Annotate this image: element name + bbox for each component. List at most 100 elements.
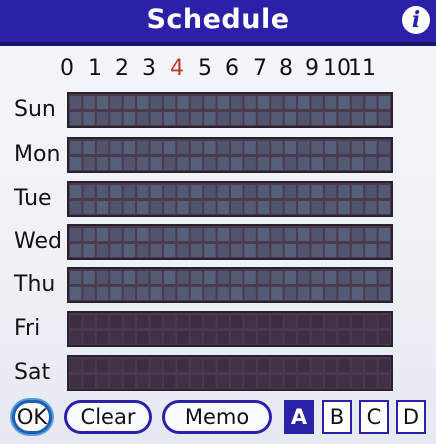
time-slot-cell[interactable] [298,141,310,154]
time-slot-cell[interactable] [190,96,203,109]
time-slot-cell[interactable] [177,331,189,344]
time-slot-cell[interactable] [204,112,216,125]
time-slot-cell[interactable] [298,201,310,214]
time-slot-cell[interactable] [177,201,189,214]
time-slot-cell[interactable] [190,201,203,214]
time-slot-cell[interactable] [378,331,390,344]
time-slot-cell[interactable] [96,228,109,241]
time-slot-cell[interactable] [163,271,176,284]
time-slot-cell[interactable] [311,315,323,328]
day-grid-fri[interactable] [67,311,393,347]
time-slot-cell[interactable] [231,201,243,214]
time-slot-cell[interactable] [150,271,162,284]
time-slot-cell[interactable] [324,228,337,241]
time-slot-cell[interactable] [257,359,270,372]
time-slot-cell[interactable] [70,359,82,372]
time-slot-cell[interactable] [110,287,122,300]
time-slot-cell[interactable] [217,331,229,344]
time-slot-cell[interactable] [110,228,122,241]
time-slot-cell[interactable] [177,315,189,328]
time-slot-cell[interactable] [177,228,189,241]
time-slot-cell[interactable] [204,141,216,154]
time-slot-cell[interactable] [271,157,283,170]
time-slot-cell[interactable] [137,96,149,109]
time-slot-cell[interactable] [204,157,216,170]
time-slot-cell[interactable] [137,287,149,300]
time-slot-cell[interactable] [177,287,189,300]
time-slot-cell[interactable] [190,141,203,154]
time-slot-cell[interactable] [137,185,149,198]
time-slot-cell[interactable] [123,228,136,241]
time-slot-cell[interactable] [163,112,176,125]
time-slot-cell[interactable] [257,185,270,198]
time-slot-cell[interactable] [284,359,297,372]
time-slot-cell[interactable] [338,375,350,388]
time-slot-cell[interactable] [150,185,162,198]
time-slot-cell[interactable] [70,331,82,344]
time-slot-cell[interactable] [190,375,203,388]
time-slot-cell[interactable] [365,112,377,125]
day-grid-wed[interactable] [67,224,393,260]
time-slot-cell[interactable] [298,96,310,109]
time-slot-cell[interactable] [365,157,377,170]
time-slot-cell[interactable] [231,271,243,284]
time-slot-cell[interactable] [123,359,136,372]
time-slot-cell[interactable] [190,359,203,372]
time-slot-cell[interactable] [231,287,243,300]
memo-button[interactable]: Memo [162,400,272,434]
day-grid-mon[interactable] [67,137,393,173]
time-slot-cell[interactable] [284,331,297,344]
time-slot-cell[interactable] [150,141,162,154]
time-slot-cell[interactable] [271,244,283,257]
time-slot-cell[interactable] [231,112,243,125]
time-slot-cell[interactable] [257,228,270,241]
time-slot-cell[interactable] [378,96,390,109]
time-slot-cell[interactable] [298,359,310,372]
time-slot-cell[interactable] [204,375,216,388]
time-slot-cell[interactable] [378,201,390,214]
time-slot-cell[interactable] [190,287,203,300]
time-slot-cell[interactable] [137,331,149,344]
time-slot-cell[interactable] [163,185,176,198]
time-slot-cell[interactable] [163,201,176,214]
time-slot-cell[interactable] [137,315,149,328]
time-slot-cell[interactable] [311,157,323,170]
time-slot-cell[interactable] [150,157,162,170]
time-slot-cell[interactable] [378,112,390,125]
time-slot-cell[interactable] [365,315,377,328]
time-slot-cell[interactable] [311,96,323,109]
time-slot-cell[interactable] [204,315,216,328]
time-slot-cell[interactable] [217,112,229,125]
day-grid-sun[interactable] [67,92,393,128]
time-slot-cell[interactable] [298,112,310,125]
time-slot-cell[interactable] [271,112,283,125]
time-slot-cell[interactable] [150,359,162,372]
time-slot-cell[interactable] [83,287,95,300]
time-slot-cell[interactable] [244,141,256,154]
time-slot-cell[interactable] [271,201,283,214]
time-slot-cell[interactable] [351,359,364,372]
time-slot-cell[interactable] [123,185,136,198]
time-slot-cell[interactable] [83,375,95,388]
time-slot-cell[interactable] [244,157,256,170]
page-button-d[interactable]: D [396,400,426,434]
time-slot-cell[interactable] [244,112,256,125]
time-slot-cell[interactable] [190,331,203,344]
time-slot-cell[interactable] [163,315,176,328]
time-slot-cell[interactable] [150,112,162,125]
time-slot-cell[interactable] [351,331,364,344]
time-slot-cell[interactable] [365,141,377,154]
time-slot-cell[interactable] [190,244,203,257]
time-slot-cell[interactable] [217,375,229,388]
time-slot-cell[interactable] [70,157,82,170]
time-slot-cell[interactable] [298,271,310,284]
time-slot-cell[interactable] [324,287,337,300]
time-slot-cell[interactable] [204,228,216,241]
time-slot-cell[interactable] [311,228,323,241]
time-slot-cell[interactable] [244,359,256,372]
time-slot-cell[interactable] [244,244,256,257]
time-slot-cell[interactable] [271,375,283,388]
time-slot-cell[interactable] [244,331,256,344]
time-slot-cell[interactable] [110,315,122,328]
time-slot-cell[interactable] [110,185,122,198]
